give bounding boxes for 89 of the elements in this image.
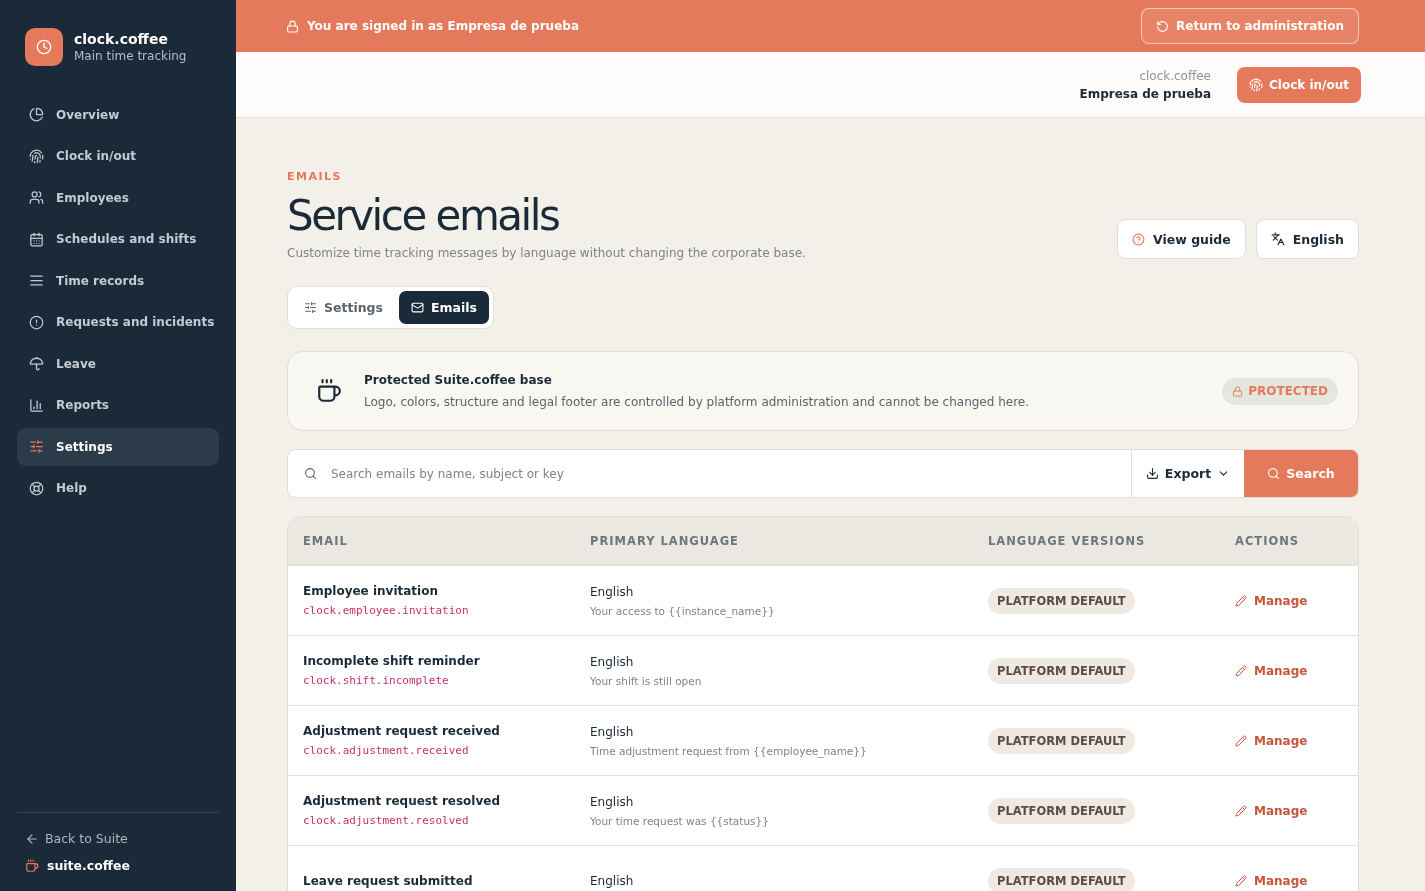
users-icon [29,190,44,206]
pencil-icon [1235,874,1247,887]
email-subject: Your time request was {{status}} [590,814,770,827]
email-subject: Time adjustment request from {{employee_name}} [590,744,868,757]
search-icon [304,467,317,480]
version-tag: PLATFORM DEFAULT [988,657,1135,684]
undo-icon [1156,19,1170,33]
manage-link[interactable]: Manage [1235,733,1358,748]
column-header: LANGUAGE VERSIONS [987,534,1147,548]
umbrella-icon [29,356,44,372]
nav-item[interactable]: Clock in/out [17,137,219,175]
language: English [590,584,635,599]
language: English [590,724,635,739]
lines-icon [29,273,44,289]
column-header: ACTIONS [1234,534,1301,548]
notice-text: Logo, colors, structure and legal footer are controlled by platform administration and cannot be changed here. [364,395,1031,409]
manage-link[interactable]: Manage [1235,873,1358,888]
clock-logo-icon [25,28,63,66]
version-tag: PLATFORM DEFAULT [988,797,1135,824]
brand-subtitle: Main time tracking [74,49,187,63]
lifebuoy-icon [29,480,44,496]
mail-icon [411,301,424,314]
nav-item[interactable]: Overview [17,96,219,134]
nav-item[interactable]: Time records [17,262,219,300]
settings-icon [29,439,44,455]
back-link[interactable]: Back to Suite [25,831,211,846]
suite-brand: suite.coffee [47,858,130,873]
notice-title: Protected Suite.coffee base [364,373,553,387]
email-subject: Your shift is still open [590,674,703,687]
pencil-icon [1235,734,1247,747]
email-name: Leave request submitted [303,873,474,888]
calendar-icon [29,231,44,247]
fingerprint-icon [1249,77,1263,92]
pencil-icon [1235,594,1247,607]
help-icon [1132,232,1145,246]
manage-link[interactable]: Manage [1235,803,1358,818]
nav-item[interactable]: Help [17,469,219,507]
cup-icon [25,858,39,873]
email-key: clock.adjustment.received [303,744,575,757]
language-button[interactable]: English [1255,219,1359,259]
settings-icon [304,301,317,314]
column-header: PRIMARY LANGUAGE [589,534,740,548]
version-tag: PLATFORM DEFAULT [988,867,1135,891]
bar-chart-icon [29,397,44,413]
manage-link[interactable]: Manage [1235,663,1358,678]
nav-item[interactable]: Requests and incidents [17,303,219,341]
email-name: Adjustment request resolved [303,794,501,808]
nav-item[interactable]: Schedules and shifts [17,220,219,258]
language: English [590,654,635,669]
nav-item[interactable]: Employees [17,179,219,217]
app-name: clock.coffee [1138,68,1211,83]
protected-badge: PROTECTED [1222,377,1338,405]
pie-chart-icon [29,107,44,123]
email-name: Employee invitation [303,584,439,598]
email-key: clock.employee.invitation [303,604,575,617]
pencil-icon [1235,804,1247,817]
email-name: Adjustment request received [303,724,501,738]
pencil-icon [1235,664,1247,677]
column-header: EMAIL [302,534,349,548]
email-key: clock.shift.incomplete [303,674,575,687]
fingerprint-icon [29,148,44,164]
nav-item[interactable]: Leave [17,345,219,383]
search-field[interactable]: Search emails by name, subject or key [329,465,1115,482]
tab[interactable]: Emails [399,291,490,324]
language: English [590,794,635,809]
language: English [590,873,635,888]
version-tag: PLATFORM DEFAULT [988,587,1135,614]
lock-icon [286,19,299,33]
cup-icon [316,378,342,404]
email-key: clock.adjustment.resolved [303,814,575,827]
brand-name: clock.coffee [74,31,169,47]
company-name: Empresa de prueba [1079,86,1211,101]
version-tag: PLATFORM DEFAULT [988,727,1135,754]
download-icon [1145,467,1159,480]
eyebrow: EMAILS [287,170,343,183]
page-subtitle: Customize time tracking messages by language without changing the corporate base. [287,246,806,260]
email-name: Incomplete shift reminder [303,654,481,668]
page-title: Service emails [287,191,560,240]
alert-icon [29,314,44,330]
email-subject: Your access to {{instance_name}} [590,604,776,617]
nav-item[interactable]: Settings [17,428,219,466]
guide-button[interactable]: View guide [1117,219,1246,259]
search-icon [1267,467,1281,480]
language-icon [1270,232,1285,246]
tab[interactable]: Settings [292,291,395,324]
banner-text: You are signed in as Empresa de prueba [307,19,579,33]
nav-item[interactable]: Reports [17,386,219,424]
lock-icon [1232,385,1244,397]
manage-link[interactable]: Manage [1235,593,1358,608]
